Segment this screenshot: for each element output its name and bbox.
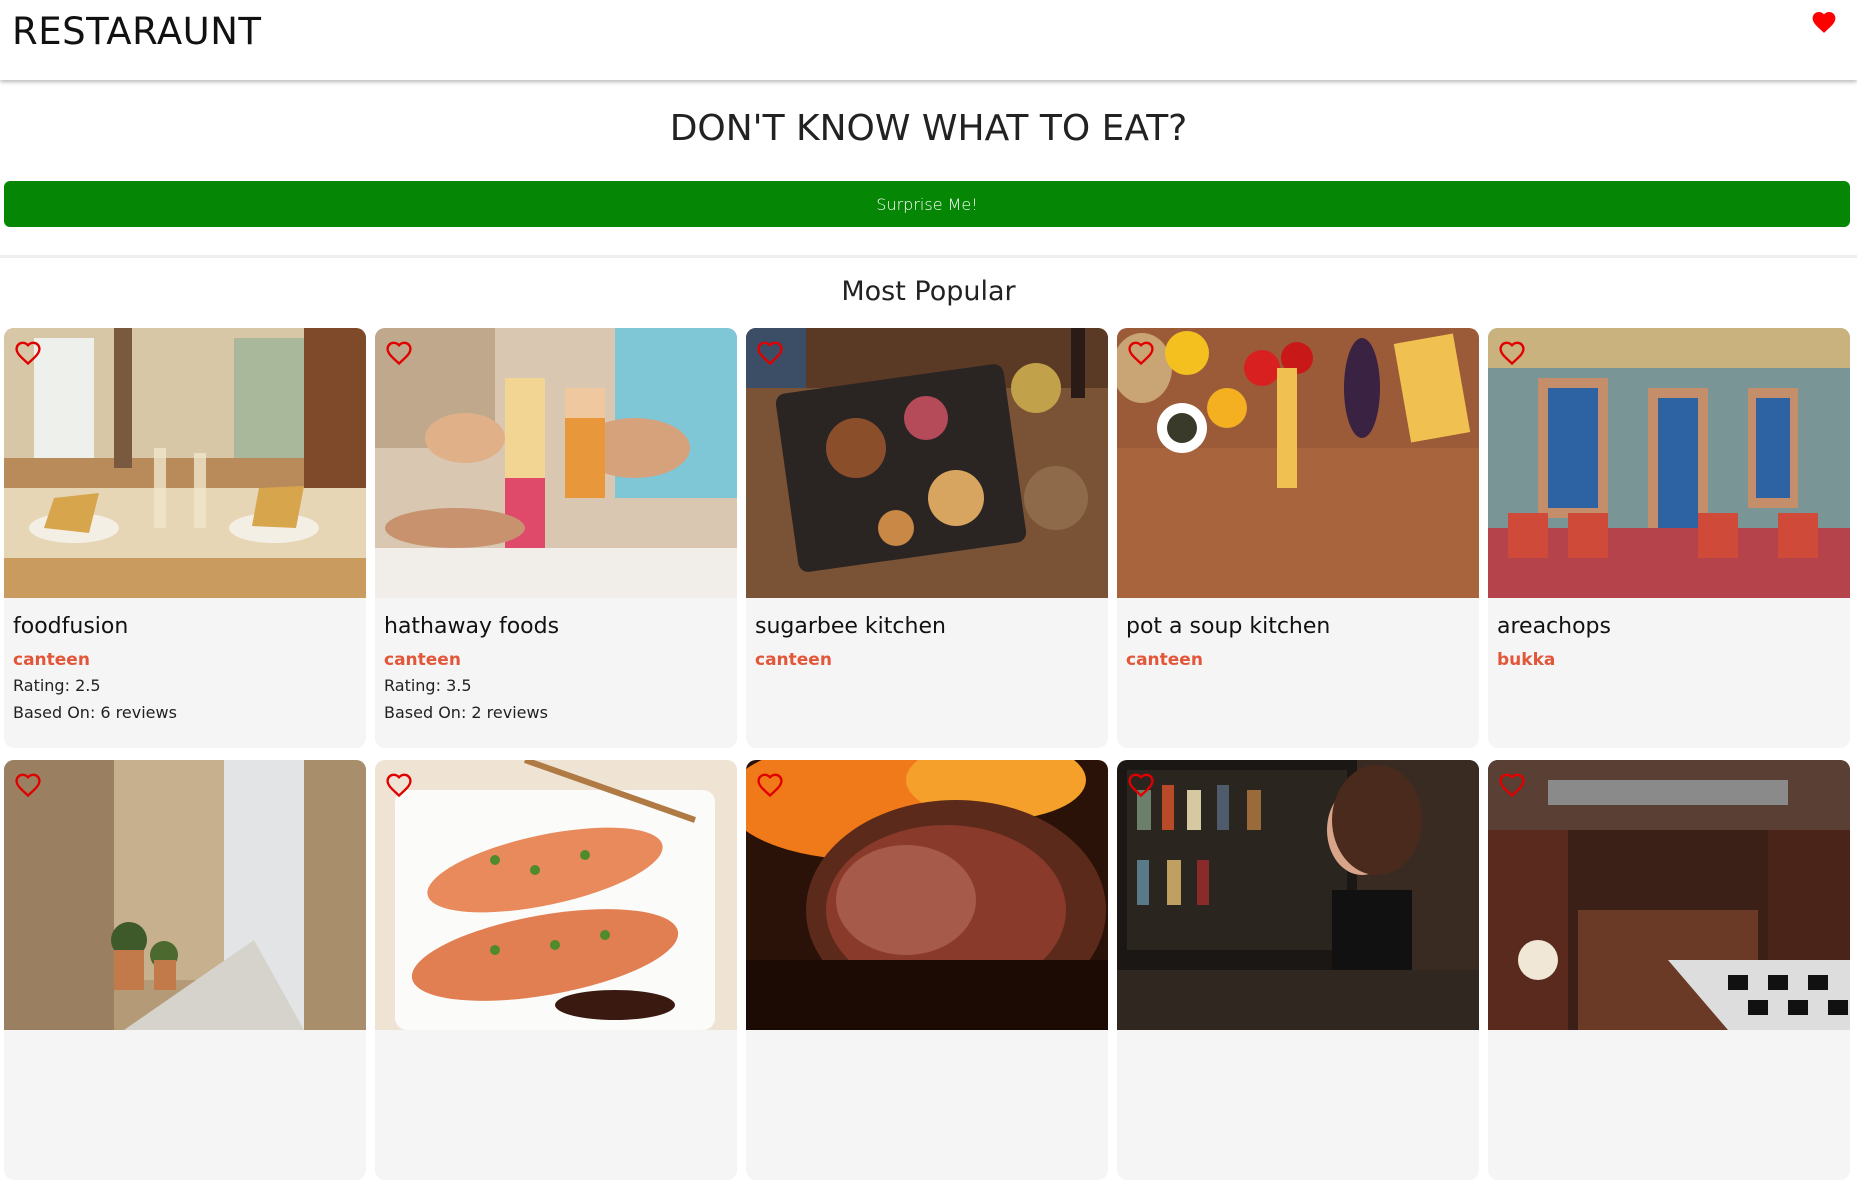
restaurant-card[interactable] [1117, 760, 1479, 1180]
restaurant-photo [1488, 760, 1850, 1030]
restaurant-category: canteen [1126, 650, 1203, 670]
restaurant-review-count: Based On: 6 reviews [13, 703, 177, 722]
restaurant-card[interactable]: sugarbee kitchen canteen [746, 328, 1108, 748]
restaurant-photo [1117, 760, 1479, 1030]
restaurant-card[interactable]: hathaway foods canteen Rating: 3.5 Based… [375, 328, 737, 748]
surprise-me-button[interactable]: Surprise Me! [4, 181, 1850, 227]
favorites-heart-icon[interactable] [1811, 10, 1837, 34]
favorite-heart-icon[interactable] [756, 772, 784, 798]
restaurant-photo [4, 760, 366, 1030]
hero-title: DON'T KNOW WHAT TO EAT? [669, 108, 1188, 149]
favorite-heart-icon[interactable] [385, 340, 413, 366]
favorite-heart-icon[interactable] [1498, 772, 1526, 798]
restaurant-card[interactable] [4, 760, 366, 1180]
restaurant-name: areachops [1497, 614, 1611, 639]
section-title: Most Popular [841, 276, 1016, 307]
restaurant-photo [746, 760, 1108, 1030]
restaurant-photo [746, 328, 1108, 598]
restaurant-category: canteen [755, 650, 832, 670]
restaurant-card[interactable] [1488, 760, 1850, 1180]
favorite-heart-icon[interactable] [756, 340, 784, 366]
restaurant-card[interactable]: foodfusion canteen Rating: 2.5 Based On:… [4, 328, 366, 748]
restaurant-category: canteen [13, 650, 90, 670]
top-navbar: RESTARAUNT [0, 0, 1857, 80]
favorite-heart-icon[interactable] [1498, 340, 1526, 366]
restaurant-rating: Rating: 3.5 [384, 676, 472, 695]
restaurant-category: canteen [384, 650, 461, 670]
restaurant-photo [375, 760, 737, 1030]
favorite-heart-icon[interactable] [1127, 340, 1155, 366]
restaurant-review-count: Based On: 2 reviews [384, 703, 548, 722]
restaurant-photo [1488, 328, 1850, 598]
restaurant-name: pot a soup kitchen [1126, 614, 1331, 639]
restaurant-rating: Rating: 2.5 [13, 676, 101, 695]
restaurant-name: foodfusion [13, 614, 129, 639]
restaurant-photo [1117, 328, 1479, 598]
favorite-heart-icon[interactable] [14, 772, 42, 798]
restaurant-category: bukka [1497, 650, 1556, 670]
restaurant-card[interactable] [375, 760, 737, 1180]
restaurant-card[interactable] [746, 760, 1108, 1180]
restaurant-photo [375, 328, 737, 598]
restaurant-card[interactable]: pot a soup kitchen canteen [1117, 328, 1479, 748]
brand-title[interactable]: RESTARAUNT [12, 10, 262, 53]
restaurant-name: hathaway foods [384, 614, 560, 639]
section-divider [0, 255, 1857, 258]
favorite-heart-icon[interactable] [385, 772, 413, 798]
restaurant-card[interactable]: areachops bukka [1488, 328, 1850, 748]
restaurant-photo [4, 328, 366, 598]
favorite-heart-icon[interactable] [1127, 772, 1155, 798]
restaurant-name: sugarbee kitchen [755, 614, 946, 639]
favorite-heart-icon[interactable] [14, 340, 42, 366]
